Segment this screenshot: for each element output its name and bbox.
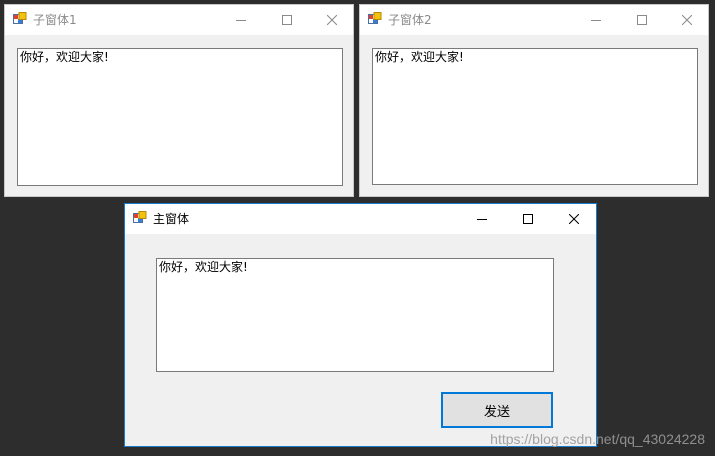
message-textbox[interactable]: 你好，欢迎大家!	[156, 258, 554, 372]
watermark: https://blog.csdn.net/qq_43024228	[490, 431, 705, 447]
maximize-icon	[282, 15, 292, 25]
title-bar[interactable]: 子窗体2	[360, 5, 708, 35]
maximize-button[interactable]	[505, 204, 551, 234]
window-title: 子窗体2	[388, 13, 432, 27]
child-window-2: 子窗体2 你好，欢迎大家!	[359, 4, 709, 197]
app-form-icon	[368, 12, 382, 26]
title-bar[interactable]: 子窗体1	[5, 5, 353, 35]
close-button[interactable]	[664, 5, 710, 35]
close-button[interactable]	[309, 5, 355, 35]
maximize-icon	[637, 15, 647, 25]
child-window-1: 子窗体1 你好，欢迎大家!	[4, 4, 354, 197]
maximize-button[interactable]	[619, 5, 665, 35]
app-form-icon	[13, 12, 27, 26]
close-icon	[682, 15, 692, 25]
window-title: 子窗体1	[33, 13, 77, 27]
message-textbox[interactable]: 你好，欢迎大家!	[372, 48, 698, 185]
minimize-icon	[591, 20, 601, 21]
minimize-icon	[477, 219, 487, 220]
minimize-button[interactable]	[218, 5, 264, 35]
main-window: 主窗体 你好，欢迎大家! 发送	[124, 203, 597, 447]
minimize-button[interactable]	[459, 204, 505, 234]
app-form-icon	[133, 211, 147, 225]
close-icon	[327, 15, 337, 25]
window-title: 主窗体	[153, 212, 190, 226]
minimize-icon	[236, 20, 246, 21]
minimize-button[interactable]	[573, 5, 619, 35]
maximize-icon	[523, 214, 533, 224]
maximize-button[interactable]	[264, 5, 310, 35]
close-button[interactable]	[551, 204, 597, 234]
close-icon	[569, 214, 579, 224]
title-bar[interactable]: 主窗体	[125, 204, 596, 234]
message-textbox[interactable]: 你好，欢迎大家!	[17, 48, 343, 186]
send-button[interactable]: 发送	[441, 392, 553, 428]
